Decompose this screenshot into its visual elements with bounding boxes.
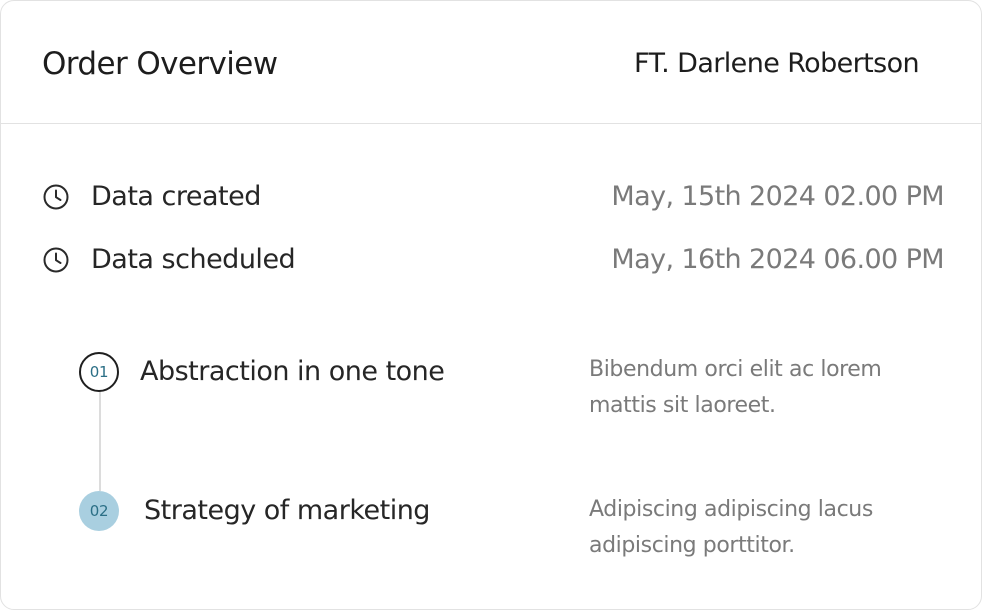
step-badge: 02: [79, 491, 119, 531]
meta-row-scheduled: Data scheduled May, 16th 2024 06.00 PM: [42, 240, 945, 280]
author-name: FT. Darlene Robertson: [634, 48, 920, 79]
meta-value: May, 16th 2024 06.00 PM: [611, 244, 944, 275]
step-description: Bibendum orci elit ac lorem mattis sit l…: [589, 357, 882, 418]
order-overview-card: Order Overview FT. Darlene Robertson Dat…: [0, 0, 982, 610]
clock-icon: [43, 184, 69, 210]
meta-label: Data scheduled: [91, 244, 296, 275]
meta-value: May, 15th 2024 02.00 PM: [611, 181, 944, 212]
card-header: Order Overview FT. Darlene Robertson: [1, 1, 981, 124]
step-title: Strategy of marketing: [144, 495, 430, 526]
meta-row-created: Data created May, 15th 2024 02.00 PM: [42, 177, 945, 217]
step-title: Abstraction in one tone: [140, 356, 445, 387]
meta-label: Data created: [91, 181, 261, 212]
step-description: Adipiscing adipiscing lacus adipiscing p…: [589, 497, 873, 558]
page-title: Order Overview: [42, 46, 278, 82]
timeline-connector: [99, 391, 101, 491]
step-badge: 01: [79, 352, 119, 392]
clock-icon: [43, 247, 69, 273]
